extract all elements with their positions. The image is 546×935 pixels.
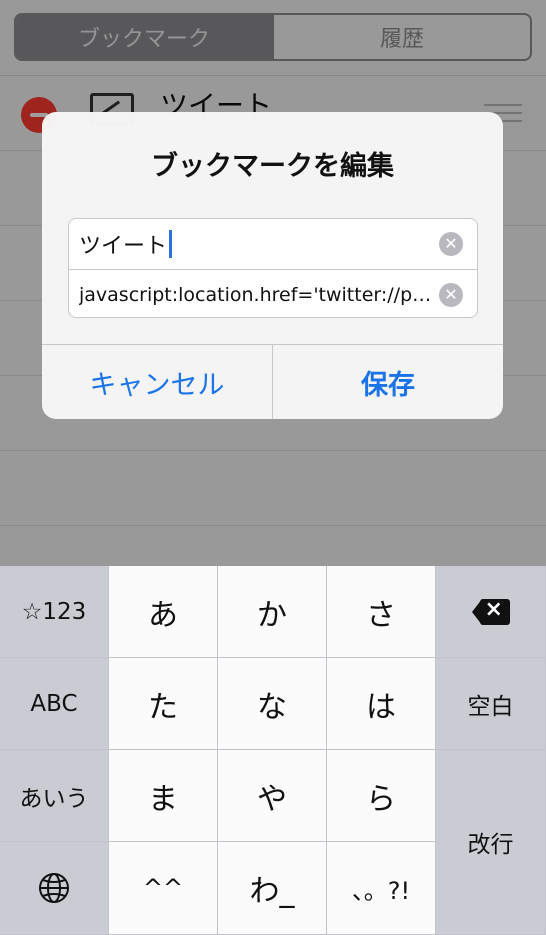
key-na[interactable]: な (218, 658, 327, 750)
space-key[interactable]: 空白 (436, 658, 546, 750)
save-button[interactable]: 保存 (272, 345, 503, 419)
key-sa[interactable]: さ (327, 566, 436, 658)
key-wa[interactable]: わ_ (218, 842, 327, 935)
globe-key[interactable] (0, 842, 109, 935)
url-field[interactable]: javascript:location.href='twitter://po… … (69, 269, 477, 317)
key-ha[interactable]: は (327, 658, 436, 750)
numbers-key[interactable]: ☆123 (0, 566, 109, 658)
url-field-value: javascript:location.href='twitter://po… (79, 283, 433, 306)
clear-icon[interactable]: ✕ (439, 283, 463, 307)
dialog-buttons: キャンセル 保存 (42, 344, 503, 419)
key-emoticon[interactable]: ^^ (109, 842, 218, 935)
dialog-title: ブックマークを編集 (151, 151, 394, 182)
return-key[interactable]: 改行 (436, 750, 546, 935)
clear-icon[interactable]: ✕ (439, 232, 463, 256)
key-ta[interactable]: た (109, 658, 218, 750)
cancel-button[interactable]: キャンセル (42, 345, 272, 419)
backspace-icon: × (471, 597, 510, 625)
key-ya[interactable]: や (218, 750, 327, 842)
key-a[interactable]: あ (109, 566, 218, 658)
title-field-value: ツイート (79, 234, 168, 259)
key-ka[interactable]: か (218, 566, 327, 658)
key-punctuation[interactable]: 、。?! (327, 842, 436, 935)
key-ra[interactable]: ら (327, 750, 436, 842)
field-group: ツイート ✕ javascript:location.href='twitter… (68, 218, 478, 318)
key-ma[interactable]: ま (109, 750, 218, 842)
title-field[interactable]: ツイート ✕ (69, 219, 477, 269)
abc-key[interactable]: ABC (0, 658, 109, 750)
globe-icon (39, 873, 69, 903)
text-caret (169, 230, 173, 258)
kana-keyboard: ☆123 あ か さ × ABC た な は 空白 あいう ま や ら 改行 ^… (0, 566, 546, 935)
backspace-key[interactable]: × (436, 566, 546, 658)
edit-bookmark-dialog: ブックマークを編集 ツイート ✕ javascript:location.hre… (42, 112, 503, 419)
kana-key[interactable]: あいう (0, 750, 109, 842)
